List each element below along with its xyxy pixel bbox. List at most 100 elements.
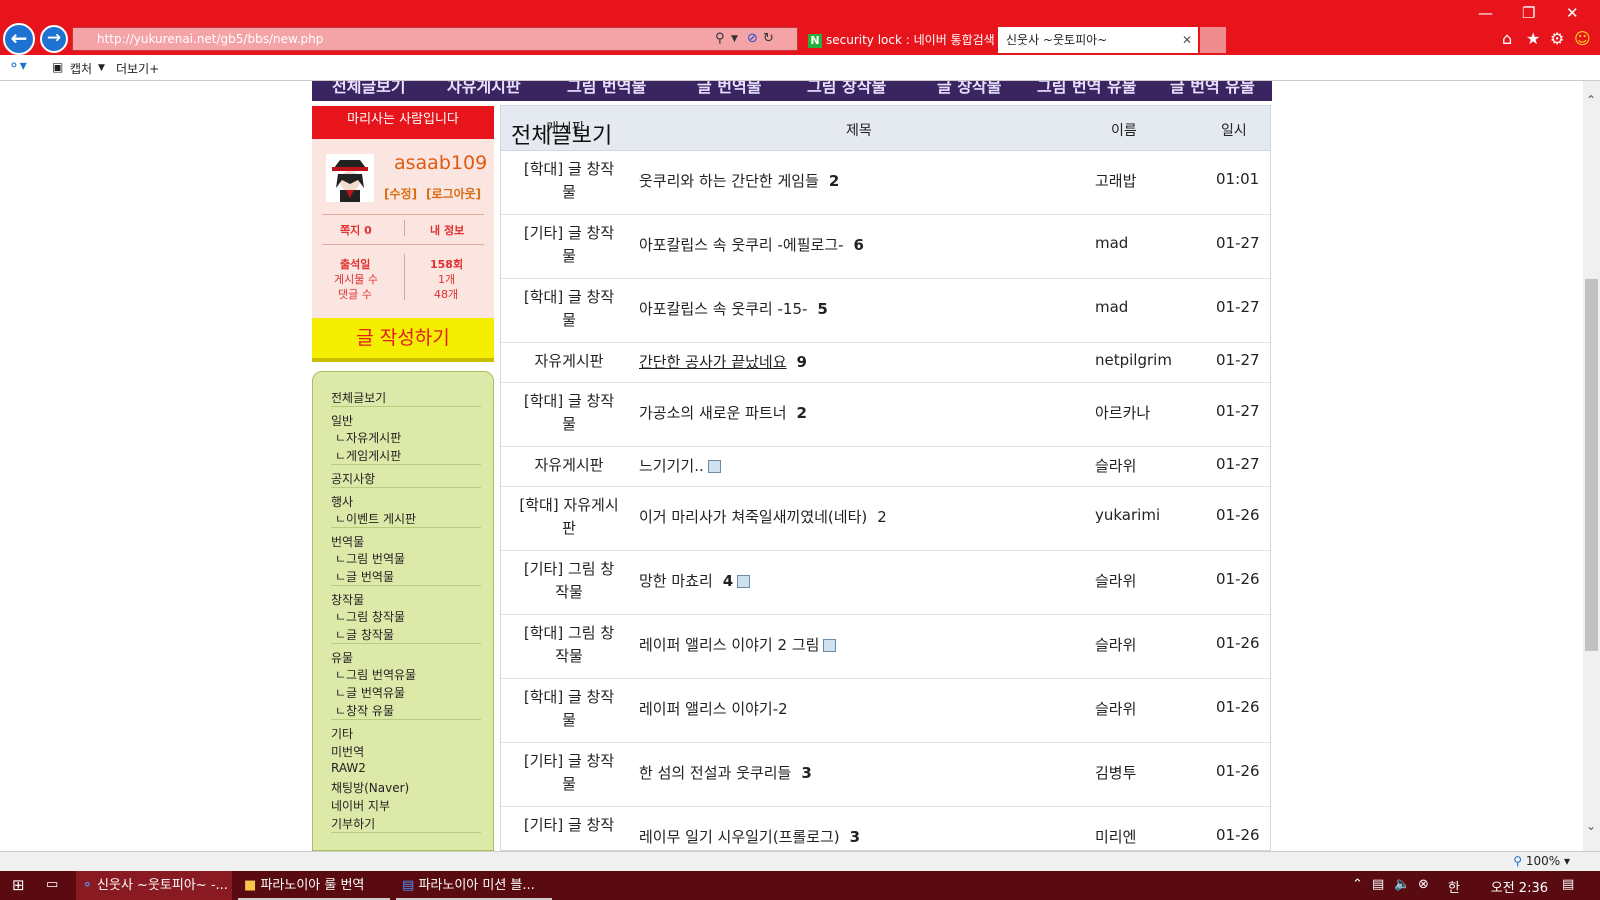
table-row[interactable]: [학대] 자유게시 판 이거 마리사가 쳐죽일새끼였네(네타) 2 yukarimi…: [501, 486, 1270, 551]
table-row[interactable]: [학대] 글 창작 물 아포칼립스 속 웃쿠리 -15- 5 mad 01-27: [501, 278, 1270, 343]
back-button[interactable]: ←: [3, 23, 35, 55]
search-icon[interactable]: ⚲: [715, 31, 725, 46]
row-category[interactable]: [기타] 글 창작: [509, 814, 629, 837]
row-subject[interactable]: 레이무 일기 시우일기(프롤로그) 3: [639, 826, 860, 847]
sidebar-item-naver-branch[interactable]: 네이버 지부: [331, 797, 390, 814]
row-category[interactable]: [기타] 글 창작 물: [509, 750, 629, 796]
table-row[interactable]: [학대] 그림 창 작물 레이퍼 앨리스 이야기 2 그림 슬라위 01-26: [501, 614, 1270, 679]
sidebar-item-etc[interactable]: 기타: [331, 725, 353, 742]
favorites-star-icon[interactable]: ★: [1526, 29, 1540, 48]
capture-icon[interactable]: ▣: [52, 60, 63, 74]
taskbar-item-folder[interactable]: ■ 파라노이아 룰 번역: [238, 871, 390, 900]
network-icon[interactable]: ▤: [1372, 877, 1384, 892]
row-subject[interactable]: 아포칼립스 속 웃쿠리 -에필로그- 6: [639, 234, 864, 255]
close-window-icon[interactable]: ✕: [1566, 4, 1579, 22]
stop-icon[interactable]: ⊘: [747, 31, 758, 46]
row-subject[interactable]: 이거 마리사가 쳐죽일새끼였네(네타) 2: [639, 506, 887, 527]
address-bar[interactable]: http://yukurenai.net/gb5/bbs/new.php ⚲ ▼…: [72, 27, 798, 51]
row-author[interactable]: yukarimi: [1095, 506, 1160, 524]
more-button[interactable]: 더보기+: [116, 60, 159, 77]
task-view-icon[interactable]: ▭: [46, 877, 58, 892]
table-row[interactable]: [기타] 글 창작 물 아포칼립스 속 웃쿠리 -에필로그- 6 mad 01-27: [501, 214, 1270, 279]
notification-icon[interactable]: ▤: [1562, 877, 1574, 892]
ime-indicator[interactable]: 한: [1448, 877, 1460, 896]
row-category[interactable]: 자유게시판: [509, 454, 629, 477]
forward-button[interactable]: →: [40, 25, 68, 53]
windows-start-icon[interactable]: ⊞: [12, 876, 25, 894]
row-subject[interactable]: 아포칼립스 속 웃쿠리 -15- 5: [639, 298, 828, 319]
row-subject[interactable]: 망한 마쵸리 4: [639, 570, 751, 591]
top-menu-item[interactable]: 그림 창작물: [807, 81, 886, 97]
top-menu-item[interactable]: 자유게시판: [447, 81, 521, 97]
table-row[interactable]: 자유게시판 느기기기.. 슬라위 01-27: [501, 446, 1270, 487]
table-row[interactable]: [학대] 글 창작 물 가공소의 새로운 파트너 2 아르카나 01-27: [501, 382, 1270, 447]
row-author[interactable]: 아르카나: [1095, 402, 1150, 423]
row-category[interactable]: [기타] 글 창작 물: [509, 222, 629, 268]
sidebar-item-untranslated[interactable]: 미번역: [331, 743, 364, 760]
top-menu-item[interactable]: 글 창작물: [937, 81, 1001, 97]
sidebar-item-all[interactable]: 전체글보기: [331, 389, 386, 406]
sidebar-item-text-create[interactable]: ㄴ글 창작물: [335, 626, 394, 643]
top-menu-item[interactable]: 그림 번역물: [567, 81, 646, 97]
scrollbar-thumb[interactable]: [1585, 279, 1598, 651]
row-author[interactable]: 고래밥: [1095, 170, 1136, 191]
row-category[interactable]: [학대] 글 창작 물: [509, 158, 629, 204]
row-subject[interactable]: 가공소의 새로운 파트너 2: [639, 402, 807, 423]
sidebar-item-raw2[interactable]: RAW2: [331, 761, 366, 775]
restore-icon[interactable]: ❐: [1522, 4, 1535, 22]
row-category[interactable]: [학대] 글 창작 물: [509, 390, 629, 436]
capture-dropdown-icon[interactable]: ▼: [98, 63, 105, 73]
sidebar-item-event[interactable]: ㄴ이벤트 게시판: [335, 510, 416, 527]
row-author[interactable]: 김병투: [1095, 762, 1136, 783]
sidebar-item-donate[interactable]: 기부하기: [331, 815, 375, 832]
sidebar-item-notice[interactable]: 공지사항: [331, 470, 375, 487]
dropdown-icon[interactable]: ▼: [731, 34, 738, 44]
row-subject[interactable]: 레이퍼 앨리스 이야기-2: [639, 698, 788, 719]
row-author[interactable]: 슬라위: [1095, 455, 1136, 476]
top-menu-item[interactable]: 글 번역물: [697, 81, 761, 97]
sidebar-item-pic-create[interactable]: ㄴ그림 창작물: [335, 608, 405, 625]
memo-link[interactable]: 쪽지 0: [340, 222, 372, 238]
row-category[interactable]: [학대] 자유게시 판: [509, 494, 629, 540]
row-category[interactable]: [학대] 그림 창 작물: [509, 622, 629, 668]
row-author[interactable]: 슬라위: [1095, 634, 1136, 655]
edit-profile-link[interactable]: [수정]: [384, 185, 417, 202]
zoom-level[interactable]: ⚲ 100% ▾: [1513, 854, 1570, 868]
home-icon[interactable]: ⌂: [1502, 29, 1512, 48]
close-tab-icon[interactable]: ✕: [1182, 27, 1192, 53]
sidebar-item-translation[interactable]: 번역물: [331, 533, 364, 550]
sidebar-item-creation[interactable]: 창작물: [331, 591, 364, 608]
row-category[interactable]: [학대] 글 창작 물: [509, 286, 629, 332]
gear-icon[interactable]: ⚙: [1550, 29, 1564, 48]
tab-yukurenai[interactable]: 신웃사 ~웃토피아~ ✕: [998, 27, 1198, 53]
my-info-link[interactable]: 내 정보: [430, 222, 464, 238]
row-category[interactable]: 자유게시판: [509, 350, 629, 373]
write-post-button[interactable]: 글 작성하기: [312, 318, 494, 362]
top-menu-item[interactable]: 그림 번역 유물: [1037, 81, 1136, 97]
smiley-icon[interactable]: ☺: [1574, 29, 1591, 48]
row-subject[interactable]: 간단한 공사가 끝났네요 9: [639, 351, 807, 372]
sidebar-item-chat[interactable]: 채팅방(Naver): [331, 779, 409, 796]
minimize-icon[interactable]: —: [1478, 4, 1493, 22]
scroll-up-icon[interactable]: ⌃: [1586, 93, 1596, 107]
sidebar-item-create-relic[interactable]: ㄴ창작 유물: [335, 702, 394, 719]
table-row[interactable]: [학대] 글 창작 물 웃쿠리와 하는 간단한 게임들 2 고래밥 01:01: [501, 150, 1270, 215]
top-menu-item[interactable]: 전체글보기: [332, 81, 406, 97]
scroll-down-icon[interactable]: ⌄: [1586, 819, 1596, 833]
row-subject[interactable]: 웃쿠리와 하는 간단한 게임들 2: [639, 170, 839, 191]
refresh-icon[interactable]: ↻: [763, 31, 774, 46]
table-row[interactable]: [기타] 글 창작 레이무 일기 시우일기(프롤로그) 3 미리엔 01-26: [501, 806, 1270, 850]
volume-muted-icon[interactable]: 🔈: [1394, 877, 1410, 892]
row-category[interactable]: [학대] 글 창작 물: [509, 686, 629, 732]
ie-compat-icon[interactable]: ⚬▾: [8, 58, 27, 74]
taskbar-item-ie[interactable]: ⚬ 신웃사 ~웃토피아~ -...: [76, 871, 232, 900]
row-author[interactable]: mad: [1095, 234, 1128, 252]
clock[interactable]: 오전 2:36: [1491, 877, 1548, 896]
table-row[interactable]: 자유게시판 간단한 공사가 끝났네요 9 netpilgrim 01-27: [501, 342, 1270, 383]
sidebar-item-game[interactable]: ㄴ게임게시판: [335, 447, 401, 464]
table-row[interactable]: [기타] 그림 창 작물 망한 마쵸리 4 슬라위 01-26: [501, 550, 1270, 615]
vertical-scrollbar[interactable]: ⌃ ⌄: [1583, 81, 1600, 851]
sidebar-item-pic-trans[interactable]: ㄴ그림 번역물: [335, 550, 405, 567]
url-text[interactable]: http://yukurenai.net/gb5/bbs/new.php: [97, 32, 323, 46]
sidebar-item-general[interactable]: 일반: [331, 412, 353, 429]
